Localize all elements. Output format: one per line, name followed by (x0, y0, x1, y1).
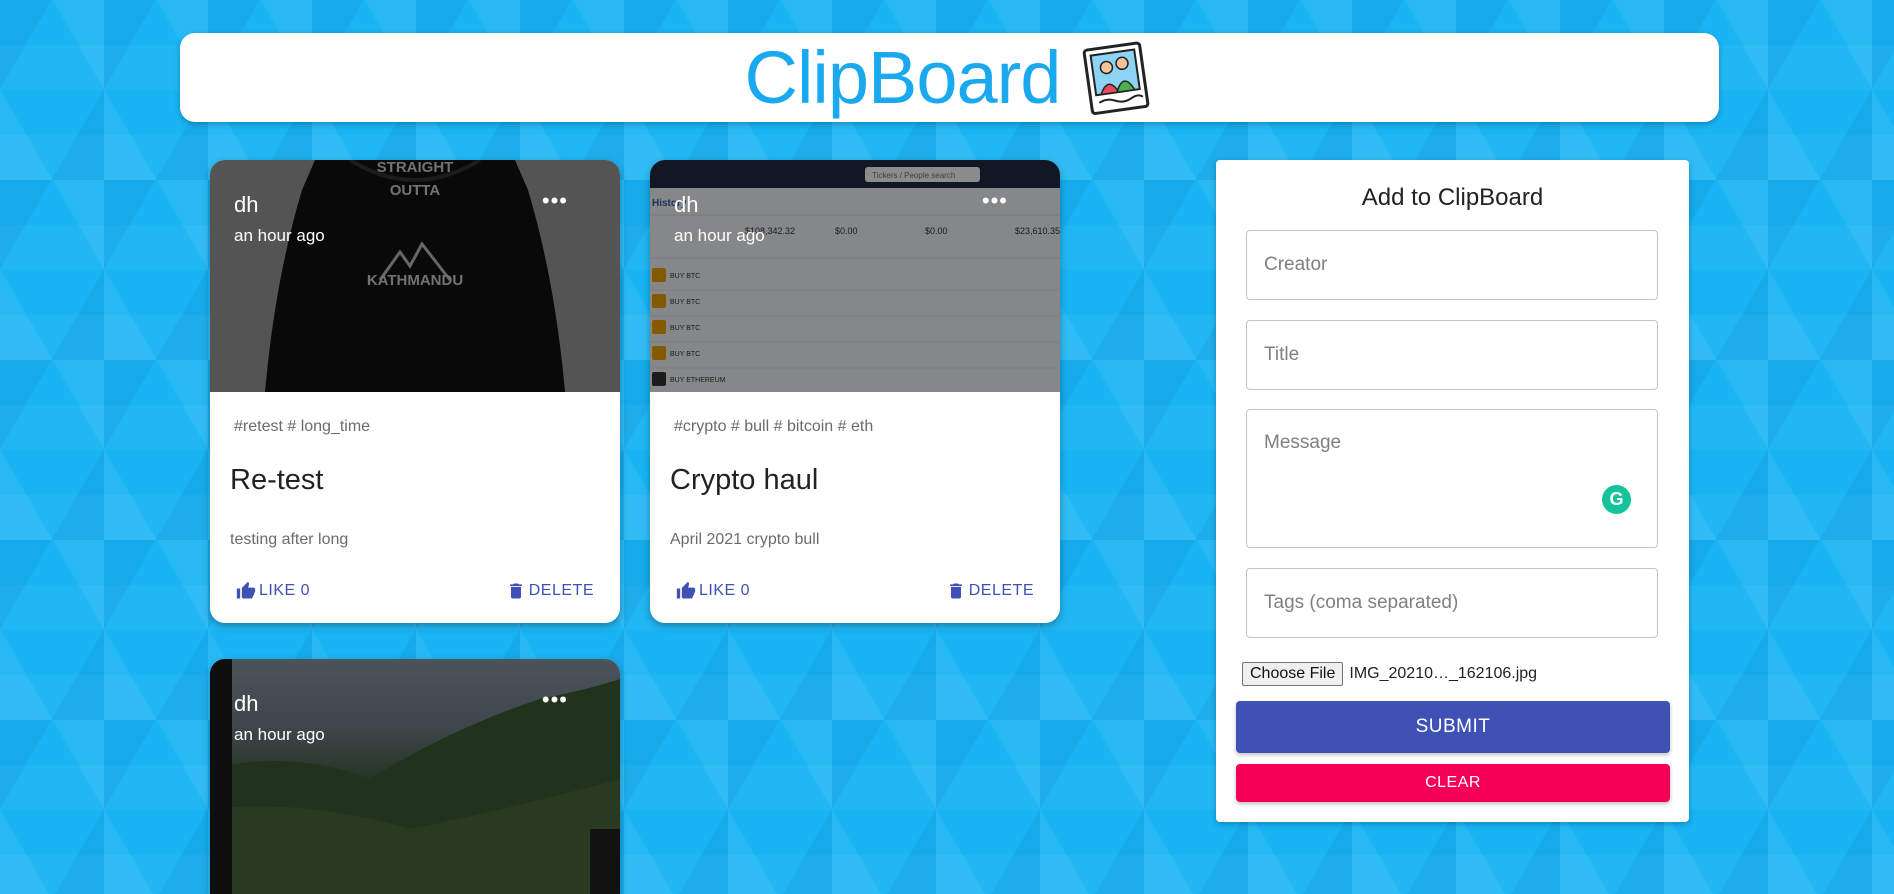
delete-label: DELETE (968, 582, 1034, 599)
post-creator: dh (234, 691, 259, 716)
more-options-icon[interactable]: ••• (542, 689, 568, 711)
creator-field[interactable] (1246, 230, 1658, 300)
post-time: an hour ago (674, 226, 765, 245)
like-button[interactable]: LIKE 0 (676, 581, 750, 601)
choose-file-button[interactable]: Choose File (1242, 662, 1344, 686)
app-title: ClipBoard (744, 36, 1062, 119)
post-message: April 2021 crypto bull (670, 531, 820, 548)
post-tags: #crypto # bull # bitcoin # eth (674, 418, 874, 435)
add-post-form: Add to ClipBoard G Choose File IMG_20210… (1216, 160, 1689, 822)
more-options-icon[interactable]: ••• (982, 190, 1008, 212)
trash-icon (509, 583, 522, 599)
submit-button[interactable]: SUBMIT (1236, 701, 1670, 753)
form-heading: Add to ClipBoard (1361, 184, 1544, 211)
post-tags: #retest # long_time (234, 418, 371, 435)
trash-icon (949, 583, 962, 599)
post-card: Tickers / People search History $108,342… (650, 160, 1060, 623)
app-header: ClipBoard (180, 33, 1719, 122)
post-message: testing after long (230, 531, 349, 548)
post-creator: dh (674, 192, 699, 217)
file-input: Choose File IMG_20210…_162106.jpg (1242, 662, 1537, 686)
like-label: LIKE 0 (699, 582, 751, 599)
grammarly-icon[interactable]: G (1602, 485, 1631, 514)
post-image: dh an hour ago ••• (210, 659, 620, 894)
delete-label: DELETE (528, 582, 594, 599)
photo-frame-icon (1083, 41, 1150, 115)
post-card: STRAIGHT OUTTA KATHMANDU dh an hour ago … (210, 160, 620, 623)
post-time: an hour ago (234, 725, 325, 744)
thumb-up-icon (676, 581, 696, 599)
clear-button[interactable]: CLEAR (1236, 764, 1670, 802)
thumb-up-icon (236, 581, 256, 599)
message-field[interactable] (1246, 409, 1658, 548)
title-field[interactable] (1246, 320, 1658, 390)
like-button[interactable]: LIKE 0 (236, 581, 310, 601)
file-name: IMG_20210…_162106.jpg (1349, 665, 1538, 682)
more-options-icon[interactable]: ••• (542, 190, 568, 212)
post-title: Crypto haul (670, 464, 819, 496)
tags-field[interactable] (1246, 568, 1658, 638)
delete-button[interactable]: DELETE (946, 581, 1034, 601)
delete-button[interactable]: DELETE (506, 581, 594, 601)
post-title: Re-test (230, 464, 324, 496)
post-card: dh an hour ago ••• (210, 659, 620, 894)
post-time: an hour ago (234, 226, 325, 245)
post-creator: dh (234, 192, 259, 217)
like-label: LIKE 0 (259, 582, 311, 599)
post-image: Tickers / People search History $108,342… (650, 160, 1060, 392)
post-image: STRAIGHT OUTTA KATHMANDU dh an hour ago … (210, 160, 620, 392)
